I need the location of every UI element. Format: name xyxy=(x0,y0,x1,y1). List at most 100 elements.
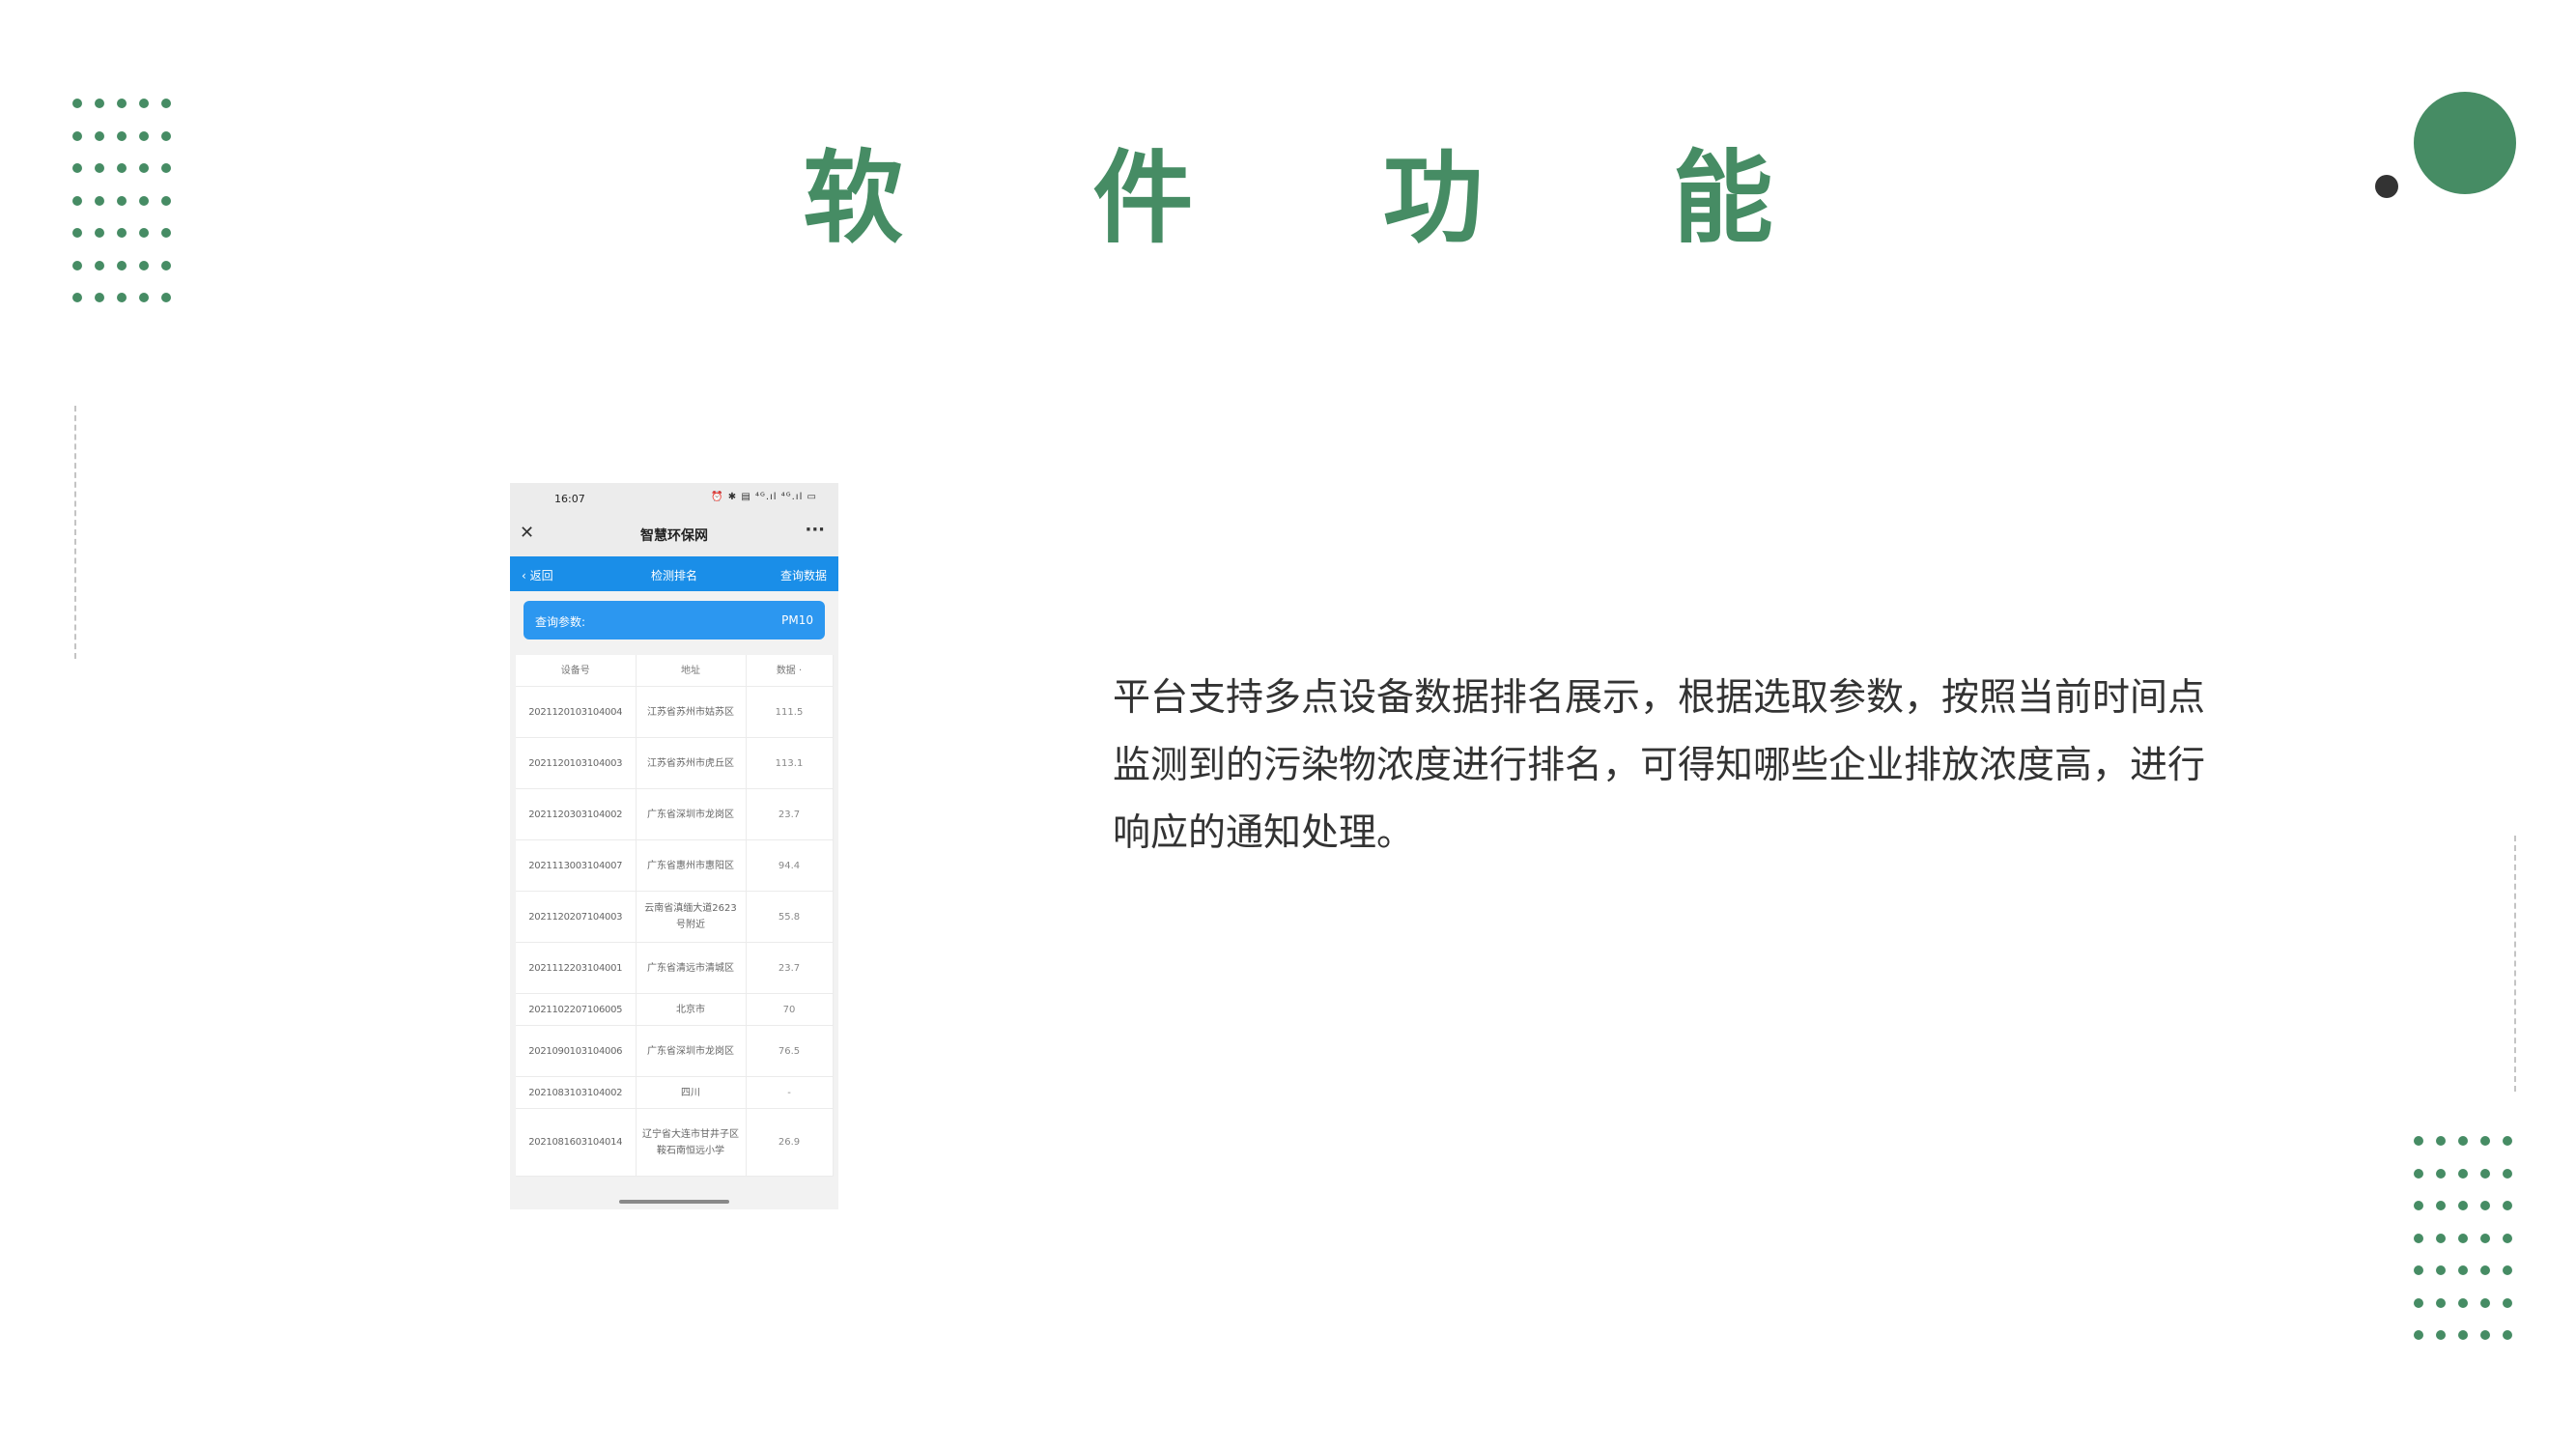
cell-device-id: 2021120103104004 xyxy=(516,686,637,738)
decorative-dot xyxy=(2458,1233,2468,1243)
decorative-dot xyxy=(2480,1330,2490,1340)
query-value: PM10 xyxy=(781,613,813,627)
decorative-dot xyxy=(161,99,171,108)
nav-bar: ‹ 返回 检测排名 查询数据 xyxy=(510,556,838,591)
cell-value: 23.7 xyxy=(746,942,834,994)
cell-address: 北京市 xyxy=(636,993,747,1026)
app-title: 智慧环保网 xyxy=(640,528,708,544)
cell-address: 云南省滇缅大道2623号附近 xyxy=(636,891,747,943)
table-row[interactable]: 2021113003104007 广东省惠州市惠阳区 94.4 xyxy=(516,839,834,892)
decorative-dot xyxy=(2480,1233,2490,1243)
home-indicator xyxy=(619,1200,729,1204)
decorative-dot xyxy=(2436,1233,2446,1243)
decorative-dot xyxy=(139,99,149,108)
table-row[interactable]: 2021102207106005 北京市 70 xyxy=(516,993,834,1026)
cell-address: 江苏省苏州市姑苏区 xyxy=(636,686,747,738)
decorative-dot xyxy=(2414,1201,2423,1210)
decorative-dot xyxy=(2436,1168,2446,1179)
decorative-dot xyxy=(2414,1297,2423,1308)
cell-device-id: 2021102207106005 xyxy=(516,993,637,1026)
decorative-dot xyxy=(2458,1136,2468,1146)
app-bar: ✕ 智慧环保网 ··· xyxy=(510,512,838,556)
header-data[interactable]: 数据 · xyxy=(746,655,834,687)
decorative-dot xyxy=(2480,1265,2490,1275)
decorative-dot xyxy=(2436,1201,2446,1210)
cell-address: 四川 xyxy=(636,1076,747,1109)
cell-device-id: 2021083103104002 xyxy=(516,1076,637,1109)
table-row[interactable]: 2021081603104014 辽宁省大连市甘井子区鞍石南恒远小学 26.9 xyxy=(516,1108,834,1177)
decorative-dot xyxy=(2503,1233,2512,1243)
decorative-dot xyxy=(2375,175,2398,198)
decorative-dot xyxy=(2480,1168,2490,1179)
cell-address: 广东省清远市清城区 xyxy=(636,942,747,994)
decorative-dot xyxy=(2480,1201,2490,1210)
query-label: 查询参数: xyxy=(535,615,586,629)
decorative-dot xyxy=(117,99,127,108)
more-icon[interactable]: ··· xyxy=(805,520,825,540)
slide-title: 软 件 功 能 xyxy=(803,139,1851,257)
cell-value: 111.5 xyxy=(746,686,834,738)
decorative-dot xyxy=(2458,1297,2468,1308)
cell-value: 23.7 xyxy=(746,788,834,840)
cell-address: 广东省深圳市龙岗区 xyxy=(636,1025,747,1077)
cell-value: 76.5 xyxy=(746,1025,834,1077)
decorative-dot xyxy=(2458,1330,2468,1340)
decorative-dot xyxy=(2436,1265,2446,1275)
table-row[interactable]: 2021090103104006 广东省深圳市龙岗区 76.5 xyxy=(516,1025,834,1077)
decorative-dot xyxy=(2503,1265,2512,1275)
cell-value: 26.9 xyxy=(746,1108,834,1177)
decorative-dot xyxy=(2503,1136,2512,1146)
decorative-dot xyxy=(2503,1297,2512,1308)
status-icons: ⏰ ✱ ▤ ⁴ᴳ.ıl ⁴ᴳ.ıl ▭ xyxy=(711,492,817,502)
table-row[interactable]: 2021120103104003 江苏省苏州市虎丘区 113.1 xyxy=(516,737,834,789)
decorative-dot xyxy=(2436,1136,2446,1146)
cell-value: - xyxy=(746,1076,834,1109)
cell-value: 113.1 xyxy=(746,737,834,789)
decorative-dot xyxy=(2458,1201,2468,1210)
query-data-button[interactable]: 查询数据 xyxy=(780,567,827,583)
decorative-dot xyxy=(161,293,171,302)
cell-device-id: 2021081603104014 xyxy=(516,1108,637,1177)
header-address[interactable]: 地址 xyxy=(636,655,747,687)
table-row[interactable]: 2021120103104004 江苏省苏州市姑苏区 111.5 xyxy=(516,686,834,738)
cell-device-id: 2021090103104006 xyxy=(516,1025,637,1077)
header-device-id[interactable]: 设备号 xyxy=(516,655,637,687)
cell-device-id: 2021120207104003 xyxy=(516,891,637,943)
decorative-dot xyxy=(117,293,127,302)
decorative-circle xyxy=(2414,92,2516,194)
decorative-dot xyxy=(2503,1330,2512,1340)
decorative-dot xyxy=(117,260,127,270)
decorative-dot xyxy=(95,99,104,108)
decorative-dot xyxy=(2414,1168,2423,1179)
decorative-dot xyxy=(2414,1233,2423,1243)
decorative-dot xyxy=(139,260,149,270)
decorative-dot xyxy=(2480,1297,2490,1308)
decorative-dot xyxy=(2480,1136,2490,1146)
table-row[interactable]: 2021083103104002 四川 - xyxy=(516,1076,834,1109)
decorative-dot xyxy=(139,293,149,302)
dashed-divider-left xyxy=(74,406,76,659)
decorative-dot xyxy=(161,260,171,270)
cell-device-id: 2021113003104007 xyxy=(516,839,637,892)
dashed-divider-right xyxy=(2514,836,2516,1092)
decorative-dot xyxy=(2436,1297,2446,1308)
query-parameter-selector[interactable]: 查询参数: PM10 xyxy=(524,601,825,639)
status-bar: 16:07 ⏰ ✱ ▤ ⁴ᴳ.ıl ⁴ᴳ.ıl ▭ xyxy=(510,483,838,512)
phone-screenshot: 16:07 ⏰ ✱ ▤ ⁴ᴳ.ıl ⁴ᴳ.ıl ▭ ✕ 智慧环保网 ··· ‹ … xyxy=(510,483,838,1209)
cell-address: 辽宁省大连市甘井子区鞍石南恒远小学 xyxy=(636,1108,747,1177)
decorative-dot xyxy=(72,260,82,270)
table-header-row: 设备号 地址 数据 · xyxy=(516,655,834,687)
decorative-dot xyxy=(95,260,104,270)
decorative-dot xyxy=(2414,1265,2423,1275)
decorative-dot xyxy=(2458,1265,2468,1275)
decorative-dot xyxy=(2414,1330,2423,1340)
table-row[interactable]: 2021112203104001 广东省清远市清城区 23.7 xyxy=(516,942,834,994)
decorative-dot xyxy=(2503,1168,2512,1179)
feature-description: 平台支持多点设备数据排名展示，根据选取参数，按照当前时间点监测到的污染物浓度进行… xyxy=(1113,676,2206,855)
cell-value: 70 xyxy=(746,993,834,1026)
cell-address: 广东省惠州市惠阳区 xyxy=(636,839,747,892)
table-row[interactable]: 2021120303104002 广东省深圳市龙岗区 23.7 xyxy=(516,788,834,840)
table-row[interactable]: 2021120207104003 云南省滇缅大道2623号附近 55.8 xyxy=(516,891,834,943)
decorative-dot xyxy=(2503,1201,2512,1210)
decorative-dot xyxy=(72,293,82,302)
